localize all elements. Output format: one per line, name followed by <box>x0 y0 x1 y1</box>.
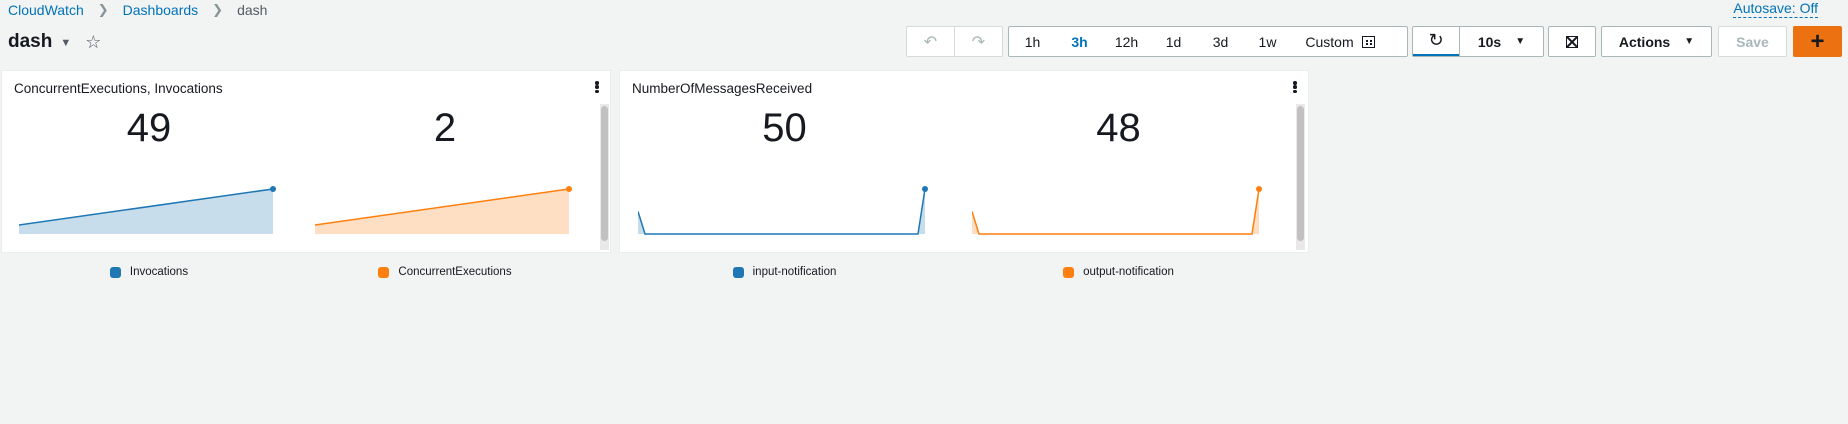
legend-swatch <box>732 266 744 278</box>
caret-down-icon[interactable]: ▼ <box>60 37 71 49</box>
metric-cell-concurrent-executions: 2 ConcurrentExecutions <box>315 106 575 278</box>
legend-item[interactable]: input-notification <box>638 266 931 278</box>
dashboard-title-row: dash ▼ ☆ <box>8 29 101 55</box>
save-button[interactable]: Save <box>1719 27 1786 56</box>
range-1w-button[interactable]: 1w <box>1244 27 1291 56</box>
metric-value: 50 <box>762 106 807 150</box>
breadcrumb-dashboards-link[interactable]: Dashboards <box>123 2 199 18</box>
chevron-right-icon: ❯ <box>97 2 109 17</box>
legend-item[interactable]: ConcurrentExecutions <box>315 266 575 278</box>
sparkline-area <box>315 189 569 234</box>
breadcrumb-current: dash <box>237 2 268 18</box>
fullscreen-group <box>1548 26 1596 57</box>
legend-swatch <box>1063 266 1075 278</box>
range-3d-button[interactable]: 3d <box>1197 27 1244 56</box>
undo-icon: ↶ <box>923 33 938 51</box>
range-1d-button[interactable]: 1d <box>1150 27 1197 56</box>
refresh-icon: ↻ <box>1428 30 1444 50</box>
sparkline-line <box>638 188 926 235</box>
sparkline-chart <box>19 186 276 234</box>
more-options-icon[interactable] <box>1290 79 1300 95</box>
actions-dropdown[interactable]: Actions ▼ <box>1602 27 1711 56</box>
legend-label: ConcurrentExecutions <box>398 266 512 278</box>
legend-label: Invocations <box>129 266 189 278</box>
sparkline-chart <box>315 186 572 234</box>
widget-title: NumberOfMessagesReceived <box>632 81 813 96</box>
breadcrumb: CloudWatch ❯ Dashboards ❯ dash <box>8 0 267 20</box>
metric-cell-input-notification: 50 input-notification <box>638 106 931 278</box>
undo-redo-group: ↶ ↷ <box>906 26 1003 57</box>
more-options-icon[interactable] <box>592 79 602 95</box>
autosave-toggle[interactable]: Autosave: Off <box>1733 0 1818 18</box>
widget-lambda-metrics: ConcurrentExecutions, Invocations 49 Inv… <box>1 70 611 278</box>
metric-cell-invocations: 49 Invocations <box>19 106 279 278</box>
sparkline-last-point <box>1256 186 1262 192</box>
redo-button[interactable]: ↷ <box>955 27 1002 56</box>
custom-range-button[interactable]: Custom <box>1291 27 1389 56</box>
legend-label: output-notification <box>1083 266 1174 278</box>
legend-item[interactable]: Invocations <box>19 266 279 278</box>
actions-label: Actions <box>1618 33 1671 50</box>
calendar-icon <box>1361 35 1375 48</box>
undo-button[interactable]: ↶ <box>907 27 954 56</box>
legend-swatch <box>109 266 121 278</box>
add-group: + <box>1793 26 1842 57</box>
range-3h-button[interactable]: 3h <box>1056 27 1103 56</box>
legend-item[interactable]: output-notification <box>972 266 1265 278</box>
refresh-group: ↻ 10s ▼ <box>1412 26 1544 57</box>
sparkline-area <box>638 189 925 234</box>
add-widget-button[interactable]: + <box>1794 27 1841 56</box>
metric-value: 48 <box>1096 106 1141 150</box>
widget-scrollbar[interactable] <box>600 104 609 250</box>
metric-value: 2 <box>433 106 457 150</box>
chevron-right-icon: ❯ <box>212 2 224 17</box>
save-group: Save <box>1718 26 1787 57</box>
fullscreen-button[interactable] <box>1549 27 1595 56</box>
sparkline-chart <box>638 186 928 235</box>
sparkline-area <box>19 189 273 234</box>
actions-group: Actions ▼ <box>1601 26 1712 57</box>
sparkline-chart <box>972 186 1262 235</box>
metric-value: 49 <box>126 106 172 150</box>
breadcrumb-cloudwatch-link[interactable]: CloudWatch <box>8 2 84 18</box>
refresh-interval-dropdown[interactable]: 10s ▼ <box>1460 27 1543 56</box>
time-range-selector: 1h 3h 12h 1d 3d 1w Custom <box>1008 26 1408 57</box>
range-12h-button[interactable]: 12h <box>1103 27 1150 56</box>
fullscreen-icon <box>1566 35 1578 48</box>
sparkline-last-point <box>922 186 928 192</box>
metric-cell-output-notification: 48 output-notification <box>972 106 1265 278</box>
sparkline-last-point <box>566 186 572 192</box>
sparkline-last-point <box>270 186 276 192</box>
redo-icon: ↷ <box>971 33 986 51</box>
legend-swatch <box>378 266 390 278</box>
refresh-button[interactable]: ↻ <box>1413 27 1459 56</box>
sparkline-area <box>972 189 1259 234</box>
widget-sqs-messages: NumberOfMessagesReceived 50 input-notifi… <box>619 70 1309 278</box>
widget-scrollbar[interactable] <box>1296 104 1305 250</box>
range-1h-button[interactable]: 1h <box>1009 27 1056 56</box>
star-icon[interactable]: ☆ <box>85 32 101 53</box>
caret-down-icon: ▼ <box>1515 36 1526 47</box>
caret-down-icon: ▼ <box>1684 36 1695 47</box>
legend-label: input-notification <box>752 266 837 278</box>
sparkline-line <box>972 188 1260 235</box>
widget-title: ConcurrentExecutions, Invocations <box>14 81 223 96</box>
refresh-interval-value: 10s <box>1477 33 1502 50</box>
page-title: dash <box>8 31 53 52</box>
custom-range-label: Custom <box>1305 33 1354 50</box>
